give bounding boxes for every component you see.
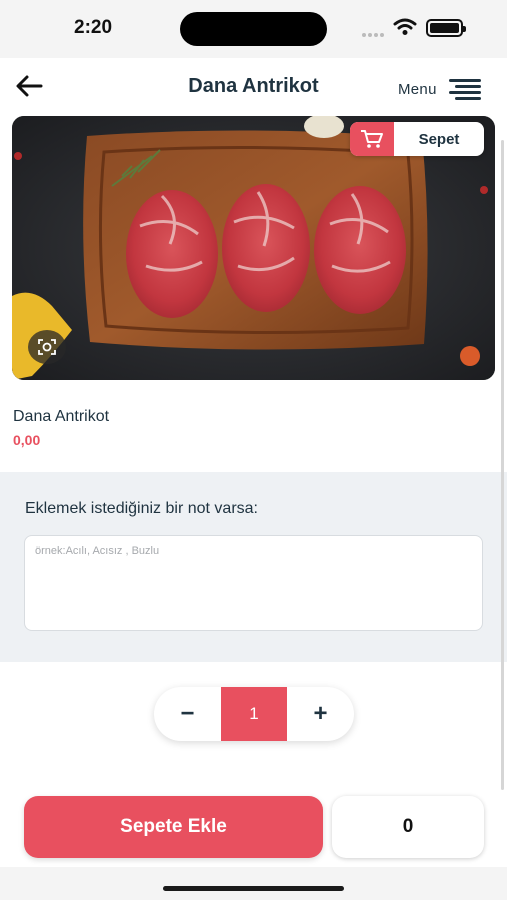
dynamic-island	[180, 12, 327, 46]
cart-button[interactable]: Sepet	[350, 122, 484, 156]
signal-icon	[362, 24, 386, 37]
header: Dana Antrikot Menu	[0, 58, 507, 114]
battery-icon	[426, 19, 466, 37]
menu-button[interactable]: Menu	[398, 78, 481, 100]
image-zoom-button[interactable]	[28, 330, 66, 364]
add-to-cart-button[interactable]: Sepete Ekle	[24, 796, 323, 858]
menu-label: Menu	[398, 80, 437, 98]
menu-icon	[448, 78, 481, 100]
status-time: 2:20	[74, 17, 113, 38]
cart-label: Sepet	[418, 130, 460, 148]
status-bar: 2:20	[0, 0, 507, 58]
home-indicator-area	[0, 867, 507, 900]
note-section: Eklemek istediğiniz bir not varsa:	[0, 472, 507, 662]
scroll-indicator	[501, 140, 504, 790]
note-label: Eklemek istediğiniz bir not varsa:	[25, 500, 258, 517]
product-detail-screen: Dana Antrikot Menu Sepet Dana Antrikot 0…	[0, 58, 507, 900]
product-name: Dana Antrikot	[13, 408, 110, 425]
cart-icon-box	[350, 122, 394, 156]
product-price: 0,00	[13, 432, 41, 448]
cart-total: 0	[332, 796, 484, 858]
note-input[interactable]	[24, 535, 483, 631]
decrease-quantity-button[interactable]: −	[154, 687, 221, 741]
zoom-icon	[38, 339, 56, 355]
increase-quantity-button[interactable]: +	[287, 687, 354, 741]
wifi-icon	[393, 18, 417, 35]
quantity-stepper: − 1 +	[154, 687, 354, 741]
cart-icon	[361, 130, 383, 148]
quantity-value: 1	[221, 687, 287, 741]
home-indicator[interactable]	[163, 886, 344, 891]
